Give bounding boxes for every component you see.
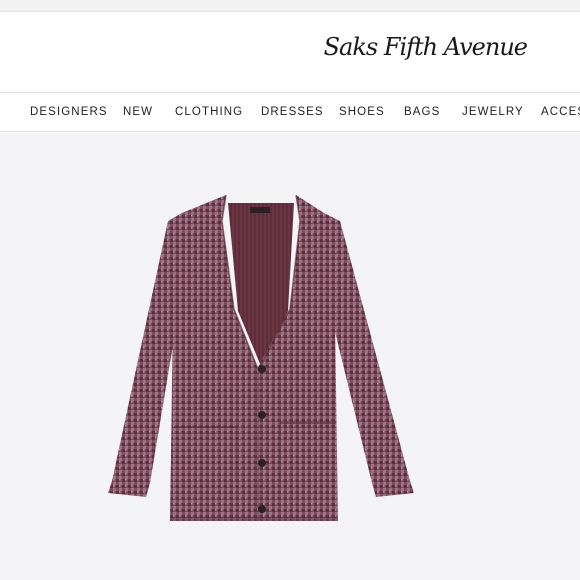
nav-item-accessories[interactable]: ACCESS: [541, 106, 580, 118]
nav-item-dresses[interactable]: DRESSES: [261, 106, 324, 118]
product-image-stage: [0, 133, 580, 580]
cardigan-button: [258, 365, 266, 373]
main-navigation: DESIGNERS NEW CLOTHING DRESSES SHOES BAG…: [0, 92, 580, 132]
top-utility-strip: [0, 0, 580, 12]
cardigan-button: [258, 459, 266, 467]
site-header: Saks Fifth Avenue: [0, 12, 580, 92]
nav-item-new[interactable]: NEW: [123, 106, 153, 118]
nav-item-shoes[interactable]: SHOES: [339, 106, 385, 118]
site-logo[interactable]: Saks Fifth Avenue: [324, 33, 528, 61]
cardigan-button: [258, 411, 266, 419]
cardigan-image[interactable]: [98, 191, 422, 531]
cardigan-button: [258, 505, 266, 513]
nav-item-bags[interactable]: BAGS: [404, 106, 440, 118]
cardigan-right-sleeve: [324, 213, 414, 497]
cardigan-left-sleeve: [108, 213, 182, 497]
nav-item-clothing[interactable]: CLOTHING: [175, 106, 243, 118]
nav-item-designers[interactable]: DESIGNERS: [30, 106, 108, 118]
cardigan-neck-label: [250, 207, 270, 213]
nav-item-jewelry[interactable]: JEWELRY: [462, 106, 524, 118]
